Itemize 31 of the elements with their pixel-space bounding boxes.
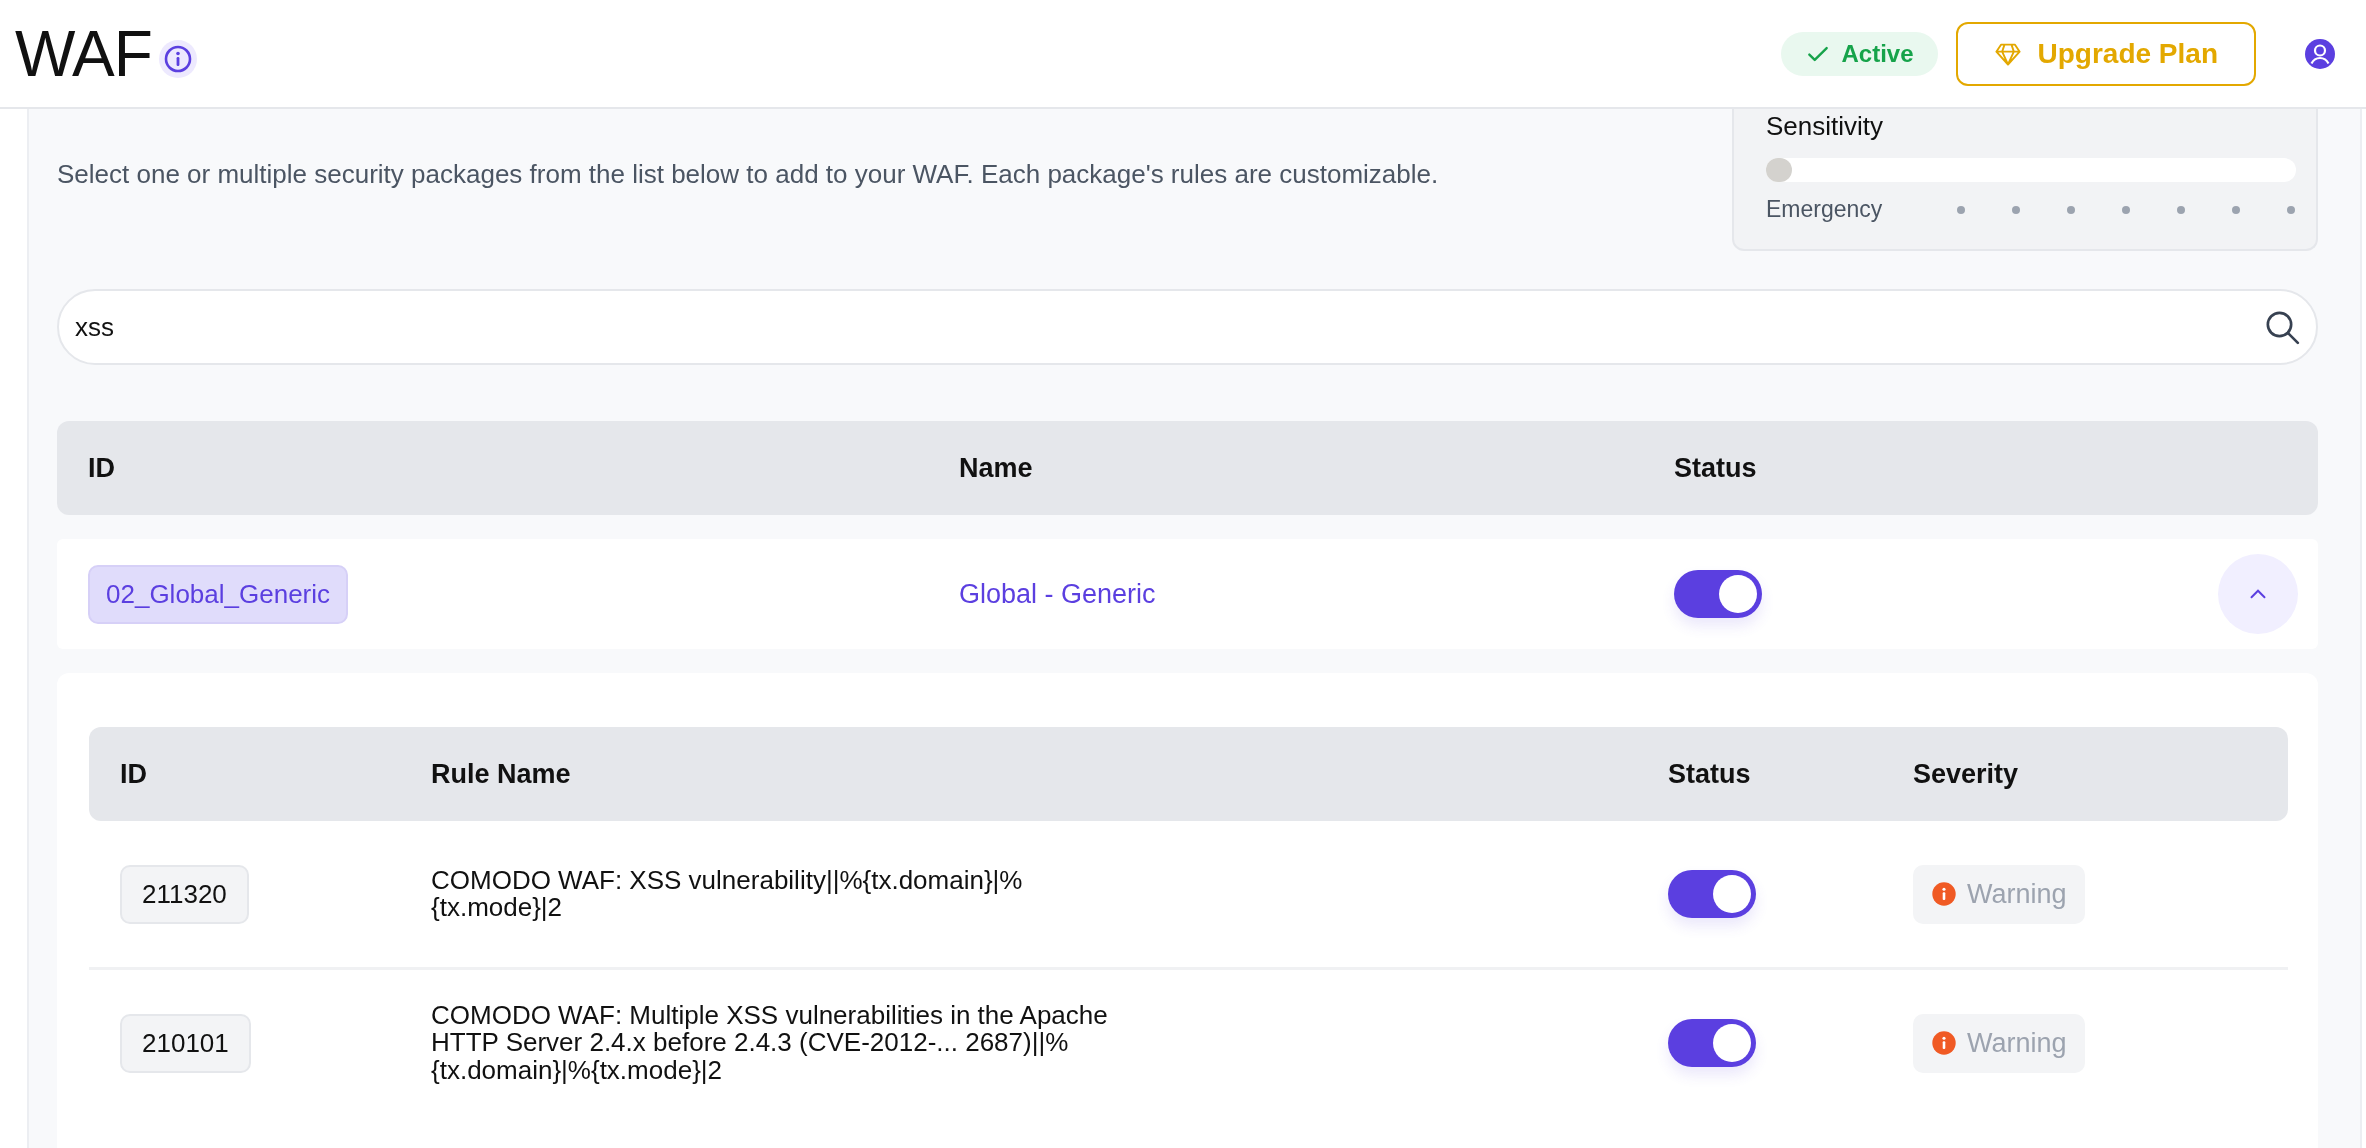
package-row[interactable]: 02_Global_Generic Global - Generic	[57, 539, 2318, 649]
warning-icon	[1931, 1030, 1957, 1056]
page-title: WAF	[15, 16, 152, 91]
package-id-badge: 02_Global_Generic	[88, 564, 349, 624]
column-header: Status	[1668, 758, 1752, 790]
column-header: ID	[88, 452, 116, 484]
status-toggle[interactable]	[1668, 870, 1756, 918]
user-avatar-icon[interactable]	[2304, 37, 2336, 70]
rule-id-badge: 211320	[120, 864, 249, 924]
rule-id-badge: 210101	[120, 1013, 251, 1073]
warning-icon	[1931, 881, 1957, 907]
package-name-link[interactable]: Global - Generic	[959, 578, 1156, 609]
sensitivity-slider[interactable]	[1766, 158, 2296, 182]
rule-name-text: COMODO WAF: XSS vulnerability||%{tx.domain}|%{tx.mode}|2	[431, 866, 1024, 922]
sensitivity-title: Sensitivity	[1766, 111, 1885, 142]
severity-badge: Warning	[1913, 1013, 2085, 1073]
info-icon[interactable]	[157, 38, 198, 79]
sensitivity-label: Emergency	[1766, 196, 1883, 223]
status-toggle[interactable]	[1674, 570, 1762, 618]
description-text: Select one or multiple security packages from the list below to add to your WAF. Each package's rules are customizable.	[57, 159, 1439, 190]
column-header: Rule Name	[431, 758, 572, 790]
slider-thumb[interactable]	[1766, 158, 1792, 182]
severity-badge: Warning	[1913, 864, 2085, 924]
status-badge: Active	[1781, 31, 1938, 76]
column-header: ID	[120, 758, 148, 790]
status-toggle[interactable]	[1668, 1019, 1756, 1067]
rule-name-text: COMODO WAF: Multiple XSS vulnerabilities in the Apache HTTP Server 2.4.x before 2.4.3 (CVE-2012-... 2687)||%{tx.domain}|%{tx.mode}|2	[431, 1002, 1109, 1084]
column-header: Severity	[1913, 758, 2020, 790]
column-header: Status	[1674, 452, 1758, 484]
column-header: Name	[959, 452, 1034, 484]
search-field[interactable]: xss	[57, 289, 2318, 365]
